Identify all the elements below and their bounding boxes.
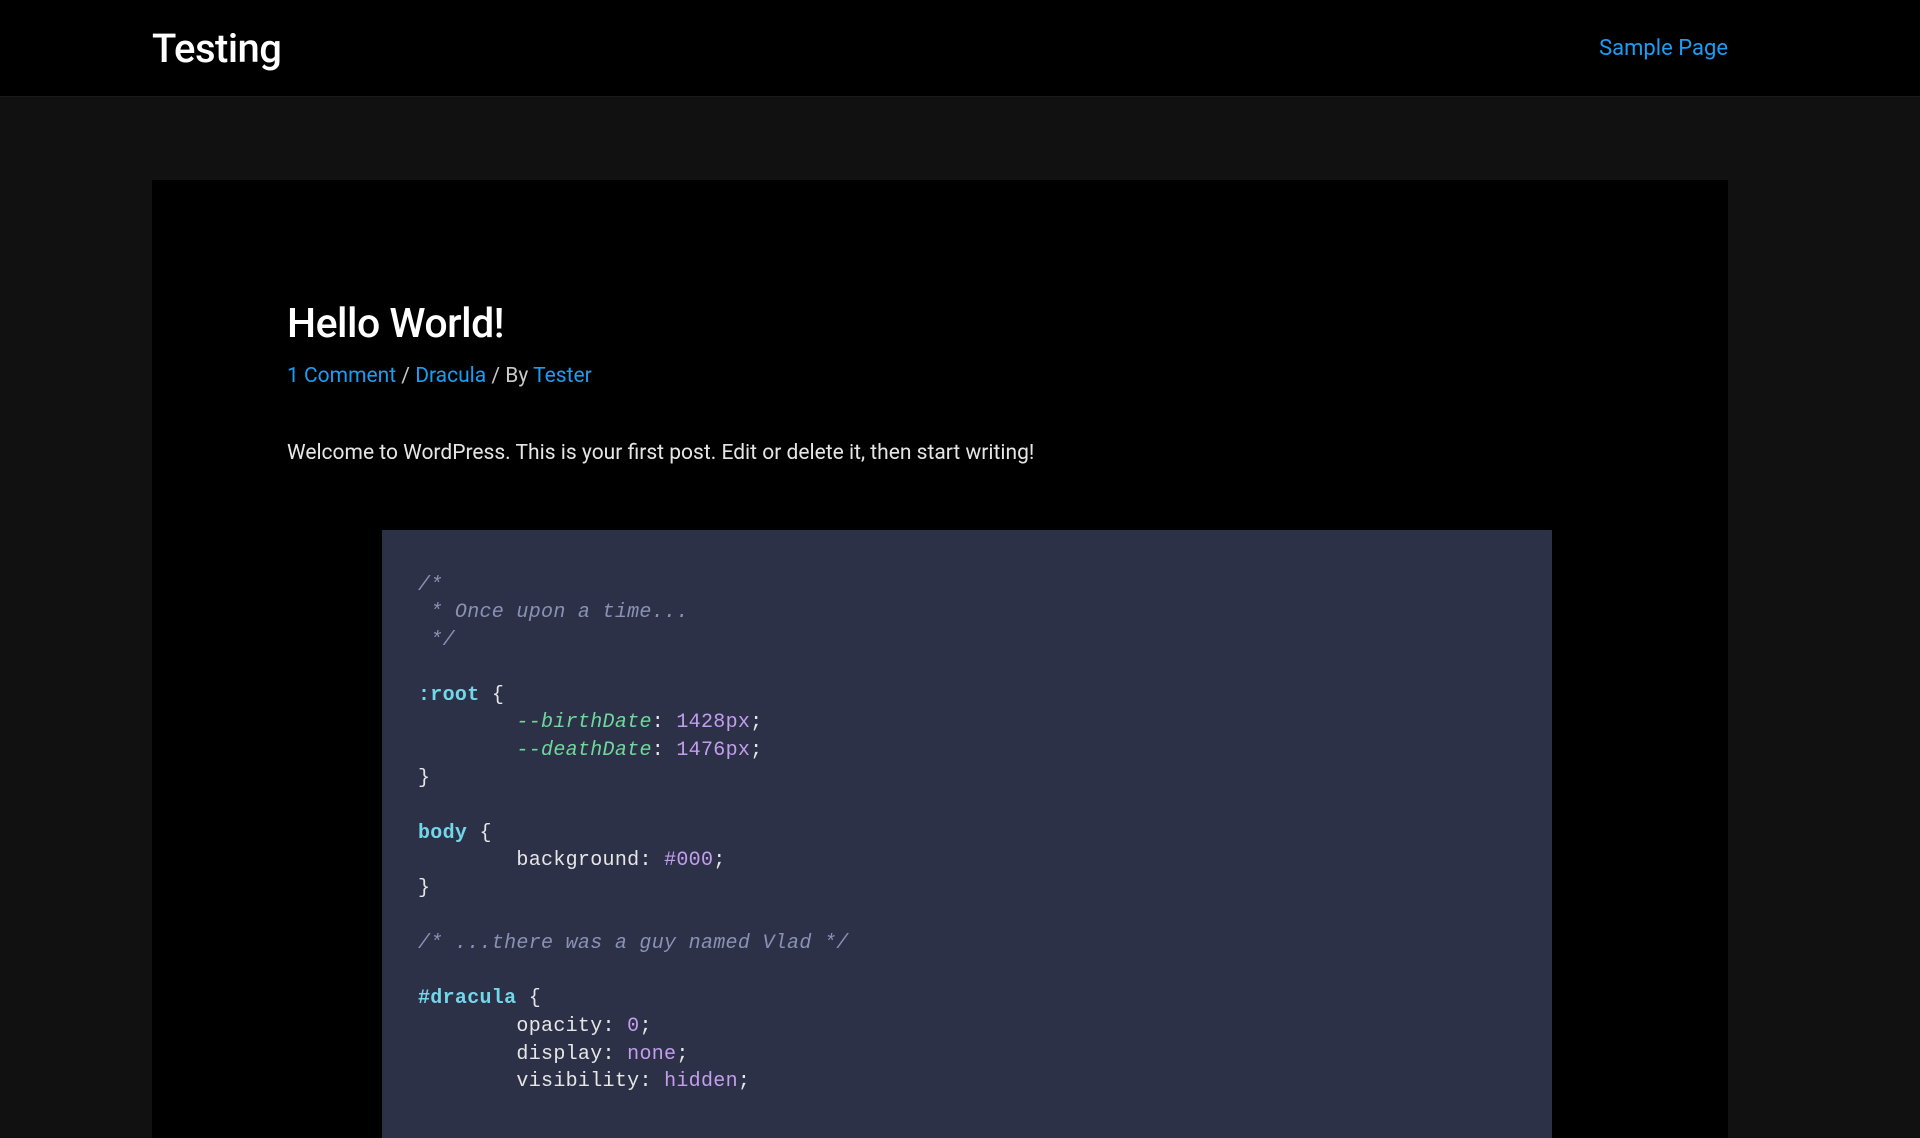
code-selector: body [418,822,467,845]
code-value: #000 [664,849,713,872]
code-brace: } [418,767,430,790]
code-semicolon: ; [639,1015,651,1038]
code-property: display [516,1043,602,1066]
code-variable: --birthDate [516,711,651,734]
code-indent [418,1043,516,1066]
code-indent [418,739,516,762]
code-value: hidden [664,1070,738,1093]
code-value: 1428px [676,711,750,734]
code-indent [418,711,516,734]
code-semicolon: ; [750,711,762,734]
author-link[interactable]: Tester [533,364,592,388]
code-comment: * Once upon a time... [418,601,689,624]
post-meta: 1 Comment / Dracula / By Tester [287,364,1593,388]
category-link[interactable]: Dracula [415,364,486,388]
comments-link[interactable]: 1 Comment [287,364,396,388]
code-selector: :root [418,684,480,707]
code-semicolon: ; [713,849,725,872]
code-property: opacity [516,1015,602,1038]
content-wrapper: Hello World! 1 Comment / Dracula / By Te… [0,97,1920,1138]
code-block: /* * Once upon a time... */ :root { --bi… [382,530,1552,1138]
code-property: visibility [516,1070,639,1093]
code-comment: /* [418,574,443,597]
nav-link-sample-page[interactable]: Sample Page [1599,36,1728,61]
code-semicolon: ; [750,739,762,762]
post-title: Hello World! [287,300,1593,348]
code-comment: */ [418,629,455,652]
site-title[interactable]: Testing [152,25,281,72]
post-card: Hello World! 1 Comment / Dracula / By Te… [152,180,1728,1138]
code-colon: : [639,849,664,872]
code-property: background [516,849,639,872]
code-brace: { [480,684,505,707]
code-indent [418,849,516,872]
meta-separator: / [396,364,415,388]
code-value: 0 [627,1015,639,1038]
code-colon: : [639,1070,664,1093]
code-selector: #dracula [418,987,516,1010]
site-header: Testing Sample Page [0,0,1920,97]
code-brace: { [516,987,541,1010]
code-semicolon: ; [676,1043,688,1066]
code-colon: : [603,1043,628,1066]
code-variable: --deathDate [516,739,651,762]
code-brace: } [418,877,430,900]
code-colon: : [652,711,677,734]
code-indent [418,1015,516,1038]
code-value: none [627,1043,676,1066]
meta-by-text: / By [486,364,533,388]
code-brace: { [467,822,492,845]
code-colon: : [652,739,677,762]
code-value: 1476px [676,739,750,762]
code-semicolon: ; [738,1070,750,1093]
code-indent [418,1070,516,1093]
post-body-text: Welcome to WordPress. This is your first… [287,438,1593,470]
code-colon: : [603,1015,628,1038]
code-comment: /* ...there was a guy named Vlad */ [418,932,849,955]
